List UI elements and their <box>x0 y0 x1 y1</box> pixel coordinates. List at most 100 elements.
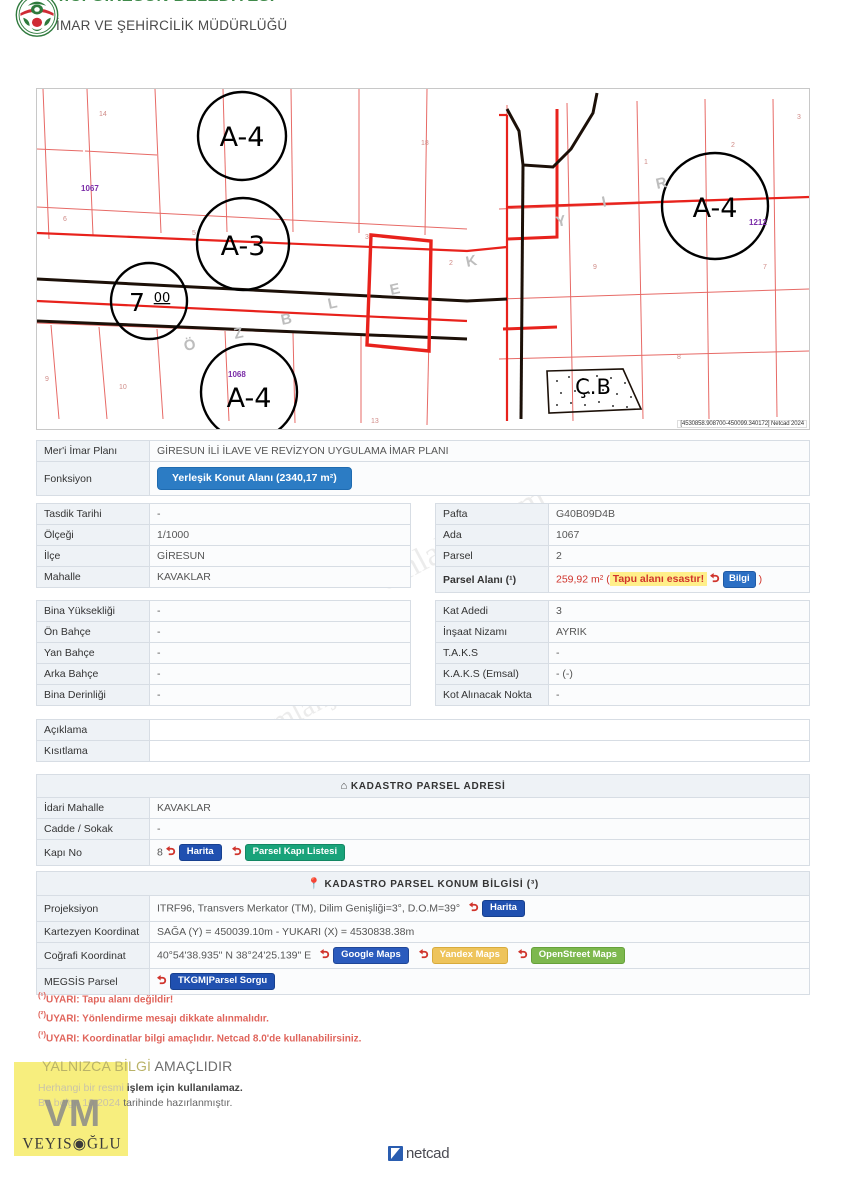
svg-text:6: 6 <box>63 216 67 223</box>
row-value: GİRESUN <box>149 545 411 567</box>
table-row: İlçe GİRESUN <box>36 545 411 567</box>
row-value: - <box>548 642 810 664</box>
table-row-fonksiyon: Fonksiyon Yerleşik Konut Alanı (2340,17 … <box>36 461 810 496</box>
row-value: KAVAKLAR <box>149 566 411 588</box>
yandex-maps-button[interactable]: Yandex Maps <box>431 947 508 964</box>
row-value: - <box>548 684 810 706</box>
svg-text:18: 18 <box>421 140 429 147</box>
row-value: G40B09D4B <box>548 503 810 525</box>
external-link-icon <box>418 949 430 960</box>
disclaimer-title-rest: AMAÇLIDIR <box>151 1058 233 1074</box>
section-title-cell: ⌂ KADASTRO PARSEL ADRESİ <box>36 774 810 798</box>
table-row: Bina Yüksekliği - <box>36 600 411 622</box>
google-maps-button[interactable]: Google Maps <box>333 947 409 964</box>
cadastral-map[interactable]: A-4 A-3 A-4 A-4 Ç.B 7 00 1067 1068 1212 … <box>36 88 810 430</box>
svg-text:5: 5 <box>192 230 196 237</box>
svg-text:9: 9 <box>593 264 597 271</box>
row-label: Açıklama <box>36 719 150 741</box>
paren-close: ) <box>758 573 763 586</box>
giresun-municipality-crest-icon <box>15 0 59 37</box>
svg-text:00: 00 <box>154 291 171 306</box>
bilgi-button[interactable]: Bilgi <box>723 571 756 588</box>
row-value: AYRIK <box>548 621 810 643</box>
netcad-footer-logo: netcad <box>388 1145 450 1162</box>
row-value: 2 <box>548 545 810 567</box>
parsel-alani-value: 259,92 m² <box>556 573 604 586</box>
table-row: Parsel 2 <box>435 545 810 567</box>
imar-durumu-document: T.C. GİRESUN BELEDİYESİ İMAR VE ŞEHİRCİL… <box>0 0 846 1180</box>
aciklama-value <box>149 719 810 741</box>
identity-table-left: Tasdik Tarihi - Ölçeği 1/1000 İlçe GİRES… <box>36 503 411 588</box>
building-table-left: Bina Yüksekliği - Ön Bahçe - Yan Bahçe -… <box>36 600 411 706</box>
svg-text:1212: 1212 <box>749 218 767 227</box>
svg-text:Ç.B: Ç.B <box>575 375 611 399</box>
row-value: - <box>149 503 411 525</box>
row-value: - <box>149 663 411 685</box>
department-subtitle: İMAR VE ŞEHİRCİLİK MÜDÜRLÜĞÜ <box>56 18 288 33</box>
row-label: Kısıtlama <box>36 740 150 762</box>
table-row: Ada 1067 <box>435 524 810 546</box>
table-row: İnşaat Nizamı AYRIK <box>435 621 810 643</box>
warning-text: UYARI: Tapu alanı değildir! <box>46 994 174 1006</box>
svg-text:1068: 1068 <box>228 370 246 379</box>
svg-text:7: 7 <box>129 288 145 317</box>
warning-text: UYARI: Yönlendirme mesajı dikkate alınma… <box>46 1013 269 1025</box>
row-value: 1/1000 <box>149 524 411 546</box>
projeksiyon-value: ITRF96, Transvers Merkator (TM), Dilim G… <box>157 902 461 915</box>
row-value: - <box>149 684 411 706</box>
map-coordinate-label: [4530858.908700-450099.340172] Netcad 20… <box>677 420 807 428</box>
row-label: Mahalle <box>36 566 150 588</box>
warning-item: (¹)UYARI: Tapu alanı değildir! <box>38 988 361 1007</box>
disclaimer-title-highlight: YALNIZCA BİLGİ <box>42 1058 152 1074</box>
row-label: Kartezyen Koordinat <box>36 921 150 943</box>
svg-text:A-4: A-4 <box>227 383 272 414</box>
row-label: Coğrafi Koordinat <box>36 942 150 969</box>
address-section-table: ⌂ KADASTRO PARSEL ADRESİ İdari Mahalle KA… <box>36 774 810 866</box>
svg-text:1: 1 <box>644 159 648 166</box>
cografi-value: 40°54'38.935" N 38°24'25.139" E <box>157 949 312 962</box>
row-label: Tasdik Tarihi <box>36 503 150 525</box>
veyisoglu-brand-logo: VM VEYIS◉ĞLU <box>22 1092 121 1152</box>
home-icon: ⌂ <box>340 780 348 792</box>
projeksiyon-value-cell: ITRF96, Transvers Merkator (TM), Dilim G… <box>149 895 810 922</box>
row-label: Yan Bahçe <box>36 642 150 664</box>
row-label: Kat Adedi <box>435 600 549 622</box>
parsel-kapi-listesi-button[interactable]: Parsel Kapı Listesi <box>244 844 346 861</box>
row-label: Ölçeği <box>36 524 150 546</box>
table-row: T.A.K.S - <box>435 642 810 664</box>
table-row-idari-mahalle: İdari Mahalle KAVAKLAR <box>36 797 810 819</box>
row-value: - <box>149 621 411 643</box>
table-row: Bina Derinliği - <box>36 684 411 706</box>
table-row-parsel-alani: Parsel Alanı (¹) 259,92 m² (Tapu alanı e… <box>435 566 810 593</box>
fonksiyon-badge[interactable]: Yerleşik Konut Alanı (2340,17 m²) <box>157 467 352 490</box>
external-link-icon <box>517 949 529 960</box>
row-label: Bina Yüksekliği <box>36 600 150 622</box>
section-title-cell: 📍 KADASTRO PARSEL KONUM BİLGİSİ (³) <box>36 871 810 896</box>
warning-superscript: (²) <box>38 1010 46 1020</box>
brand-name-text: VEYIS◉ĞLU <box>22 1135 121 1152</box>
map-pin-icon: 📍 <box>307 878 322 890</box>
row-label: Ön Bahçe <box>36 621 150 643</box>
row-value: - (-) <box>548 663 810 685</box>
netcad-logo-text: netcad <box>406 1145 450 1162</box>
cografi-value-cell: 40°54'38.935" N 38°24'25.139" E Google M… <box>149 942 810 969</box>
section-title: KADASTRO PARSEL KONUM BİLGİSİ (³) <box>324 879 539 890</box>
map-drawing: A-4 A-3 A-4 A-4 Ç.B 7 00 1067 1068 1212 … <box>37 89 809 429</box>
svg-text:9: 9 <box>45 376 49 383</box>
table-row-cadde-sokak: Cadde / Sokak - <box>36 818 810 840</box>
svg-text:1067: 1067 <box>81 184 99 193</box>
table-row: Ön Bahçe - <box>36 621 411 643</box>
table-row-aciklama: Açıklama <box>36 719 810 741</box>
harita-button[interactable]: Harita <box>178 844 222 861</box>
tapu-warning-text: Tapu alanı esastır! <box>609 572 708 587</box>
external-link-icon <box>157 975 168 986</box>
svg-text:A-3: A-3 <box>221 231 266 262</box>
harita-button[interactable]: Harita <box>481 900 525 917</box>
svg-text:2: 2 <box>731 142 735 149</box>
table-row-projeksiyon: Projeksiyon ITRF96, Transvers Merkator (… <box>36 895 810 922</box>
svg-text:3: 3 <box>797 114 801 121</box>
openstreet-maps-button[interactable]: OpenStreet Maps <box>530 947 625 964</box>
svg-text:2: 2 <box>449 260 453 267</box>
row-label: Kapı No <box>36 839 150 866</box>
location-section-header: 📍 KADASTRO PARSEL KONUM BİLGİSİ (³) <box>36 871 810 896</box>
